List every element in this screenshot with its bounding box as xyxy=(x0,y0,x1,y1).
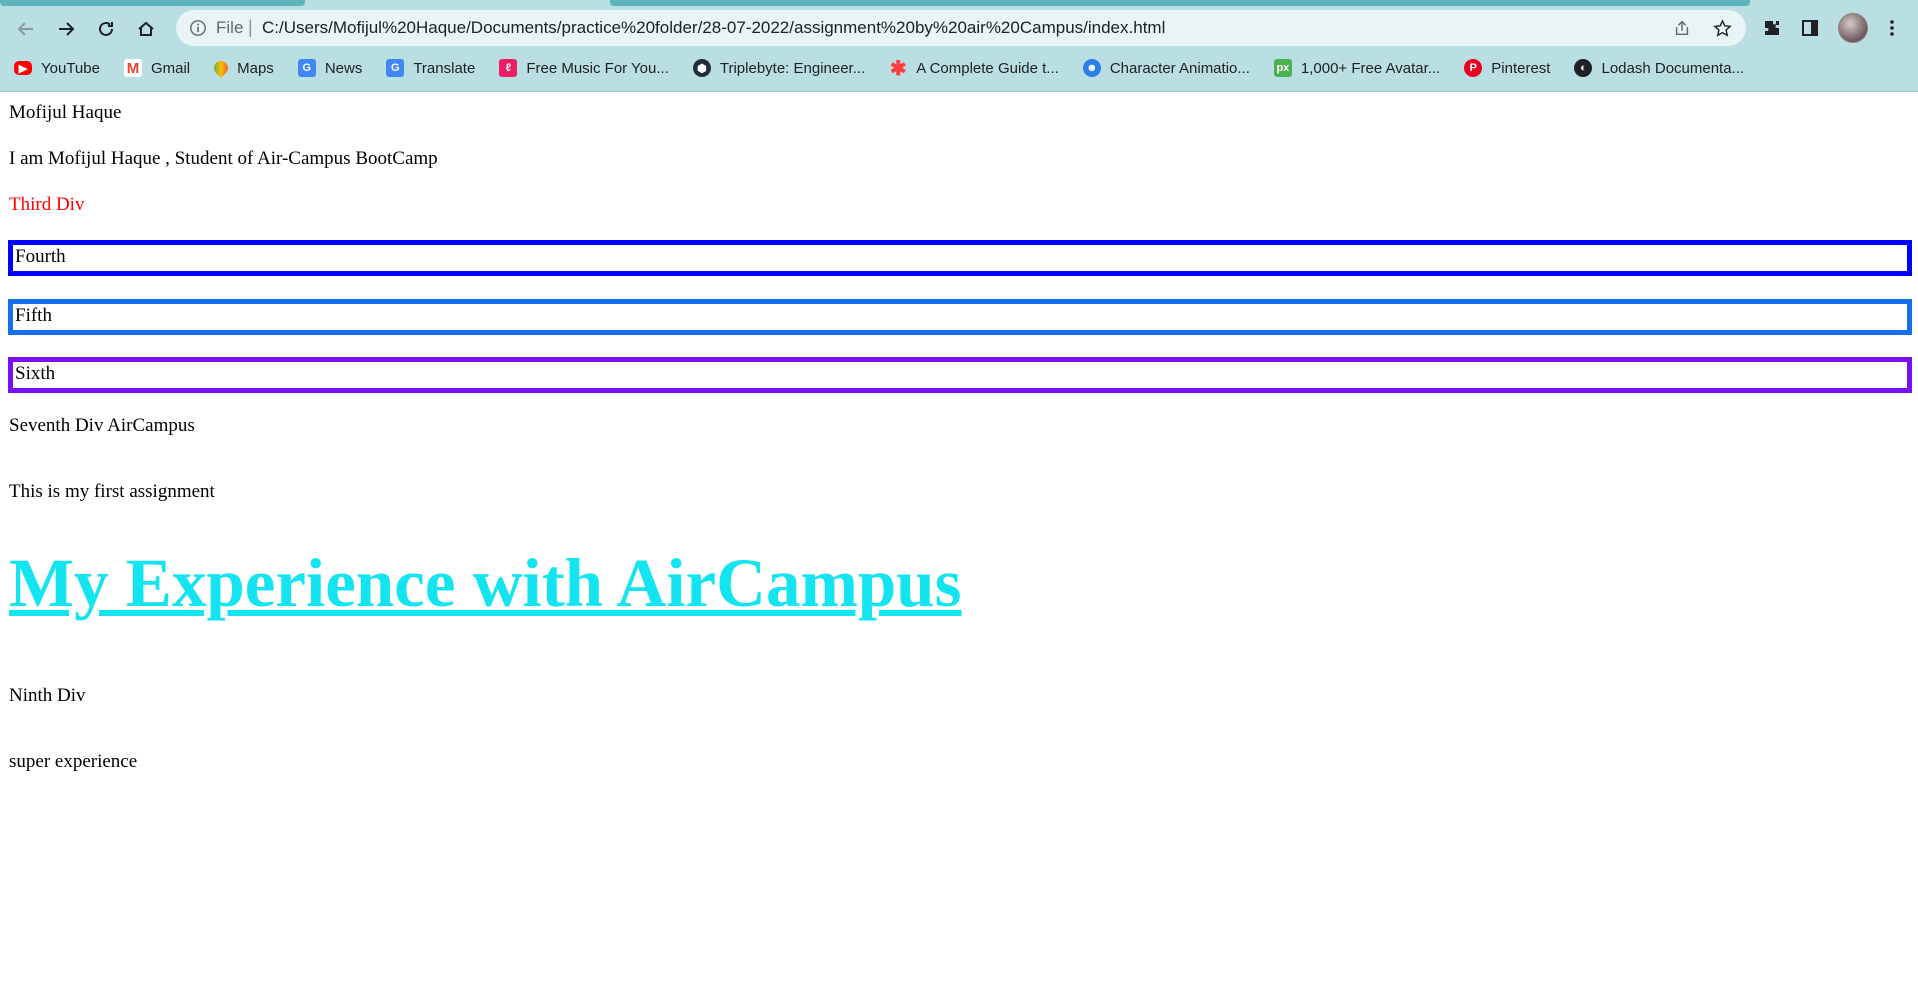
maps-icon xyxy=(211,58,232,78)
sixth-div-text: Sixth xyxy=(15,363,56,384)
side-panel-icon[interactable] xyxy=(1798,16,1822,40)
bookmark-complete-guide[interactable]: ✱ A Complete Guide t... xyxy=(875,54,1069,82)
bookmark-label: 1,000+ Free Avatar... xyxy=(1300,59,1441,77)
bookmark-label: Lodash Documenta... xyxy=(1601,59,1745,77)
bookmark-label: Gmail xyxy=(150,59,191,77)
triplebyte-icon: ⬢ xyxy=(692,59,711,77)
bookmark-news[interactable]: G News xyxy=(284,54,373,82)
url-scheme-label: File xyxy=(216,18,244,37)
bookmark-label: News xyxy=(324,59,363,77)
bookmark-label: Character Animatio... xyxy=(1109,59,1250,77)
bookmark-gmail[interactable]: M Gmail xyxy=(110,54,200,82)
bookmark-pinterest[interactable]: P Pinterest xyxy=(1450,54,1560,82)
music-icon: ℓ xyxy=(499,59,518,77)
info-icon[interactable] xyxy=(188,18,208,38)
bookmark-triplebyte[interactable]: ⬢ Triplebyte: Engineer... xyxy=(679,54,875,82)
fourth-div-text: Fourth xyxy=(15,246,66,267)
bookmark-label: Pinterest xyxy=(1491,59,1551,77)
share-icon[interactable] xyxy=(1672,18,1692,38)
fifth-div-text: Fifth xyxy=(15,305,52,326)
animation-icon: ☻ xyxy=(1082,59,1101,77)
asterisk-icon: ✱ xyxy=(889,57,907,80)
browser-toolbar: File | C:/Users/Mofijul%20Haque/Document… xyxy=(0,8,1918,48)
tab-edge-right xyxy=(610,0,1750,6)
youtube-icon: ▶ xyxy=(14,61,32,75)
back-button[interactable] xyxy=(12,15,40,43)
gmail-icon: M xyxy=(123,59,142,77)
home-button[interactable] xyxy=(132,15,160,43)
news-icon: G xyxy=(297,59,316,77)
browser-chrome: File | C:/Users/Mofijul%20Haque/Document… xyxy=(0,0,1918,92)
bookmark-label: Maps xyxy=(237,59,274,77)
experience-heading: My Experience with AirCampus xyxy=(9,545,962,621)
profile-avatar[interactable] xyxy=(1838,13,1868,43)
bookmark-translate[interactable]: G Translate xyxy=(372,54,485,82)
bookmark-label: Translate xyxy=(413,59,476,77)
bookmark-label: A Complete Guide t... xyxy=(916,59,1059,77)
forward-arrow-icon xyxy=(59,22,75,36)
back-arrow-icon xyxy=(17,22,33,36)
bookmark-label: YouTube xyxy=(41,59,100,77)
experience-text: super experience xyxy=(9,751,138,772)
fourth-div-box: Fourth xyxy=(8,240,1912,276)
extensions-icon[interactable] xyxy=(1760,16,1784,40)
third-div-text: Third Div xyxy=(9,194,85,215)
bookmark-label: Free Music For You... xyxy=(526,59,669,77)
name-text: Mofijul Haque xyxy=(9,102,122,123)
reload-button[interactable] xyxy=(92,15,120,43)
reload-icon xyxy=(99,21,113,36)
bookmark-youtube[interactable]: ▶ YouTube xyxy=(0,54,110,82)
bookmarks-bar: ▶ YouTube M Gmail Maps G News G Translat… xyxy=(0,52,1918,84)
assignment-text: This is my first assignment xyxy=(9,481,215,502)
bookmark-label: Triplebyte: Engineer... xyxy=(719,59,866,77)
globe-icon: ◐ xyxy=(1574,59,1593,77)
bookmark-character-animation[interactable]: ☻ Character Animatio... xyxy=(1069,54,1260,82)
address-bar[interactable]: File | C:/Users/Mofijul%20Haque/Document… xyxy=(176,10,1746,46)
home-icon xyxy=(138,21,154,36)
bookmark-star-icon[interactable] xyxy=(1712,18,1732,38)
kebab-menu-icon[interactable] xyxy=(1880,16,1904,40)
bookmark-free-music[interactable]: ℓ Free Music For You... xyxy=(485,54,679,82)
bookmark-free-avatar[interactable]: px 1,000+ Free Avatar... xyxy=(1260,54,1450,82)
url-text[interactable]: C:/Users/Mofijul%20Haque/Documents/pract… xyxy=(262,18,1165,38)
bookmark-lodash[interactable]: ◐ Lodash Documenta... xyxy=(1560,54,1754,82)
sixth-div-box: Sixth xyxy=(8,357,1912,393)
ninth-div-text: Ninth Div xyxy=(9,685,86,706)
seventh-div-text: Seventh Div AirCampus xyxy=(9,415,195,436)
tab-strip xyxy=(0,0,1918,8)
tab-edge-left xyxy=(0,0,305,6)
bookmark-maps[interactable]: Maps xyxy=(200,54,284,82)
url-separator: | xyxy=(248,17,253,37)
translate-icon: G xyxy=(386,59,405,77)
fifth-div-box: Fifth xyxy=(8,299,1912,335)
pinterest-icon: P xyxy=(1464,59,1483,77)
intro-text: I am Mofijul Haque , Student of Air-Camp… xyxy=(9,148,438,169)
pexels-icon: px xyxy=(1273,59,1292,77)
forward-button[interactable] xyxy=(52,15,80,43)
